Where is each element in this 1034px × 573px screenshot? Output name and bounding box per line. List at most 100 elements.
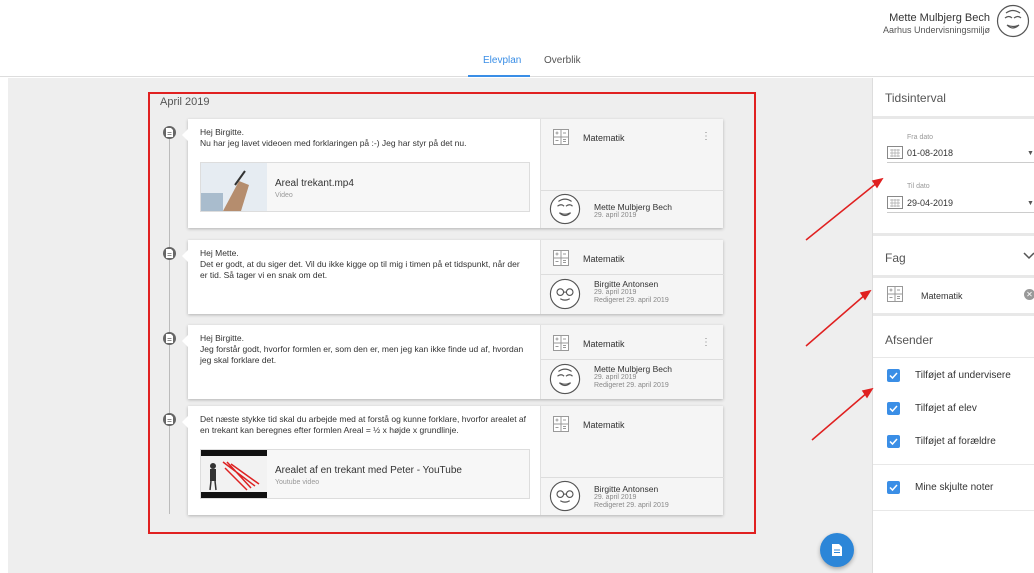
interval-heading: Tidsinterval [885, 91, 946, 105]
subject-label: Matematik [583, 339, 625, 349]
more-options-icon[interactable]: ⋮ [701, 337, 711, 348]
author-avatar-icon [549, 363, 581, 395]
entry-text: Hej Birgitte. Nu har jeg lavet videoen m… [200, 127, 467, 148]
timeline-line [169, 132, 170, 514]
user-name: Mette Mulbjerg Bech [889, 12, 990, 24]
author-avatar-icon [549, 480, 581, 512]
subject-chip: Matematik ✕ [873, 278, 1034, 310]
checkbox-parents[interactable]: Tilføjet af forældre [873, 433, 1034, 453]
entry-meta: Matematik ⋮ Mette Mulbjerg Bech 29. apri… [540, 119, 724, 228]
to-date-input[interactable]: 29-04-2019 [907, 198, 953, 208]
more-options-icon[interactable]: ⋮ [701, 131, 711, 142]
checkbox-checked-icon[interactable] [887, 435, 900, 448]
subject-label: Matematik [583, 420, 625, 430]
checkbox-checked-icon[interactable] [887, 402, 900, 415]
author-name: Mette Mulbjerg Bech [594, 202, 672, 212]
video-attachment[interactable]: Areal trekant.mp4 Video [200, 162, 530, 212]
divider [541, 274, 724, 275]
from-date-dropdown-icon[interactable]: ▼ [1027, 150, 1034, 157]
note-icon [163, 126, 176, 139]
tab-bar: Elevplan Overblik [0, 50, 1034, 77]
section-divider [873, 233, 1034, 236]
checkbox-teachers[interactable]: Tilføjet af undervisere [873, 367, 1034, 387]
divider [541, 359, 724, 360]
input-underline [887, 162, 1034, 163]
math-subject-icon [887, 286, 903, 302]
attachment-type: Youtube video [275, 479, 320, 486]
checkbox-student[interactable]: Tilføjet af elev [873, 400, 1034, 420]
author-date: 29. april 2019 [594, 494, 637, 501]
calendar-icon [887, 146, 903, 159]
checkbox-hidden-notes[interactable]: Mine skjulte noter [873, 479, 1034, 499]
timeline-entry: Hej Birgitte. Nu har jeg lavet videoen m… [182, 119, 724, 228]
input-underline [887, 212, 1034, 213]
subject-label: Matematik [583, 254, 625, 264]
author-date: 29. april 2019 [594, 289, 637, 296]
note-icon [832, 544, 842, 556]
math-subject-icon [553, 250, 569, 266]
remove-subject-icon[interactable]: ✕ [1024, 289, 1034, 300]
month-heading: April 2019 [160, 96, 210, 108]
author-avatar-icon [549, 193, 581, 225]
entry-text: Hej Birgitte. Jeg forstår godt, hvorfor … [200, 333, 524, 365]
entry-text: Det næste stykke tid skal du arbejde med… [200, 414, 527, 435]
author-date: 29. april 2019 [594, 374, 637, 381]
checkbox-checked-icon[interactable] [887, 481, 900, 494]
chevron-down-icon[interactable] [1023, 252, 1034, 260]
author-name: Birgitte Antonsen [594, 484, 659, 494]
checkbox-checked-icon[interactable] [887, 369, 900, 382]
author-avatar-icon [549, 278, 581, 310]
tab-overblik[interactable]: Overblik [544, 55, 581, 66]
youtube-attachment[interactable]: Arealet af en trekant med Peter - YouTub… [200, 449, 530, 499]
attachment-type: Video [275, 192, 293, 199]
subject-label: Matematik [583, 133, 625, 143]
add-note-button[interactable] [820, 533, 854, 567]
math-subject-icon [553, 416, 569, 432]
note-icon [163, 332, 176, 345]
section-divider [873, 464, 1034, 465]
entry-content: Hej Mette. Det er godt, at du siger det.… [188, 240, 538, 314]
filter-panel: Tidsinterval Fra dato 01-08-2018 ▼ Til d… [872, 78, 1034, 573]
from-date-input[interactable]: 01-08-2018 [907, 148, 953, 158]
calendar-icon [887, 196, 903, 209]
math-subject-icon [553, 129, 569, 145]
section-divider [873, 313, 1034, 316]
author-name: Birgitte Antonsen [594, 279, 659, 289]
checkbox-label: Tilføjet af elev [915, 403, 977, 414]
edited-date: Redigeret 29. april 2019 [594, 297, 669, 304]
from-date-label: Fra dato [907, 134, 934, 141]
entry-meta: Matematik ⋮ Mette Mulbjerg Bech 29. apri… [540, 325, 724, 399]
section-divider [873, 116, 1034, 119]
subject-heading[interactable]: Fag [873, 238, 1034, 276]
subject-chip-label: Matematik [921, 291, 963, 301]
attachment-title: Arealet af en trekant med Peter - YouTub… [275, 465, 462, 476]
note-icon [163, 413, 176, 426]
edited-date: Redigeret 29. april 2019 [594, 382, 669, 389]
user-avatar-icon[interactable] [996, 4, 1030, 38]
sender-heading: Afsender [885, 333, 934, 347]
checkbox-label: Tilføjet af undervisere [915, 370, 1011, 381]
entry-meta: Matematik Birgitte Antonsen 29. april 20… [540, 406, 724, 515]
active-tab-indicator [468, 75, 530, 77]
divider [541, 477, 724, 478]
section-divider [873, 357, 1034, 358]
checkbox-label: Tilføjet af forældre [915, 436, 996, 447]
entry-meta: Matematik Birgitte Antonsen 29. april 20… [540, 240, 724, 314]
math-subject-icon [553, 335, 569, 351]
tab-elevplan[interactable]: Elevplan [483, 55, 521, 66]
checkbox-label: Mine skjulte noter [915, 482, 994, 493]
youtube-thumbnail [201, 450, 267, 498]
note-icon [163, 247, 176, 260]
to-date-label: Til dato [907, 183, 930, 190]
user-org: Aarhus Undervisningsmiljø [882, 25, 990, 35]
attachment-title: Areal trekant.mp4 [275, 178, 354, 189]
timeline-entry: Hej Birgitte. Jeg forstår godt, hvorfor … [182, 325, 724, 399]
user-info[interactable]: Mette Mulbjerg Bech Aarhus Undervisnings… [883, 12, 990, 35]
top-bar: Mette Mulbjerg Bech Aarhus Undervisnings… [0, 0, 1034, 50]
timeline-entry: Det næste stykke tid skal du arbejde med… [182, 406, 724, 515]
timeline-entry: Hej Mette. Det er godt, at du siger det.… [182, 240, 724, 314]
edited-date: Redigeret 29. april 2019 [594, 502, 669, 509]
divider [541, 190, 724, 191]
to-date-dropdown-icon[interactable]: ▼ [1027, 200, 1034, 207]
section-divider [873, 510, 1034, 511]
